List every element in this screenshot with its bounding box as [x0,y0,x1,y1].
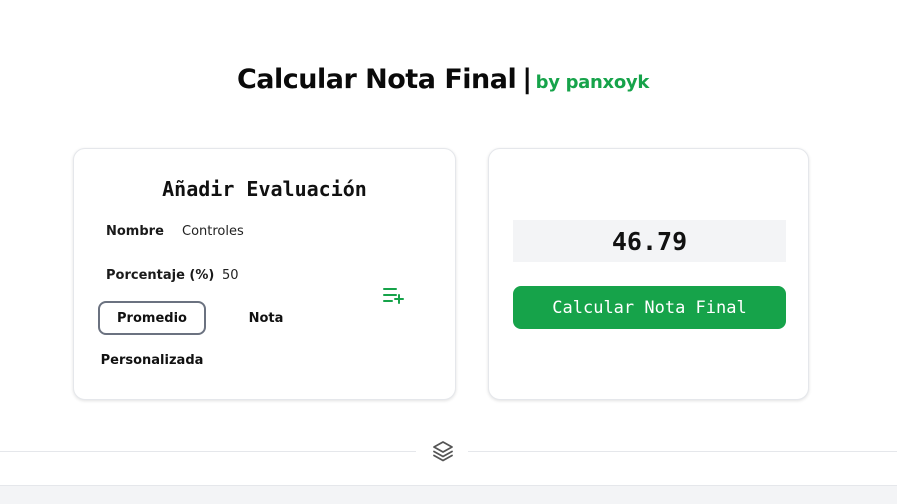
title-separator: | [522,64,532,95]
title-text: Calcular Nota Final [236,64,517,95]
result-card: 46.79 Calcular Nota Final [488,148,809,400]
type-option-nota[interactable]: Nota [222,301,310,335]
list-plus-icon[interactable] [383,286,405,304]
final-grade-display: 46.79 [513,220,786,262]
calculate-final-grade-button[interactable]: Calcular Nota Final [513,286,786,329]
percent-label: Porcentaje (%) [106,268,215,283]
layers-icon [433,441,453,462]
name-label: Nombre [106,224,164,239]
title-byline: by panxoyk [535,72,650,93]
type-option-promedio[interactable]: Promedio [98,301,206,335]
name-input[interactable] [182,224,362,239]
type-option-personalizada[interactable]: Personalizada [98,343,206,377]
footer-divider-right [468,451,897,452]
percent-input[interactable] [222,268,282,283]
footer-bar [0,485,897,504]
footer-divider-left [0,451,416,452]
page-title: Calcular Nota Final | by panxoyk [0,64,886,95]
add-evaluation-card: Añadir Evaluación Nombre Porcentaje (%) … [73,148,456,400]
add-evaluation-title: Añadir Evaluación [162,177,367,201]
